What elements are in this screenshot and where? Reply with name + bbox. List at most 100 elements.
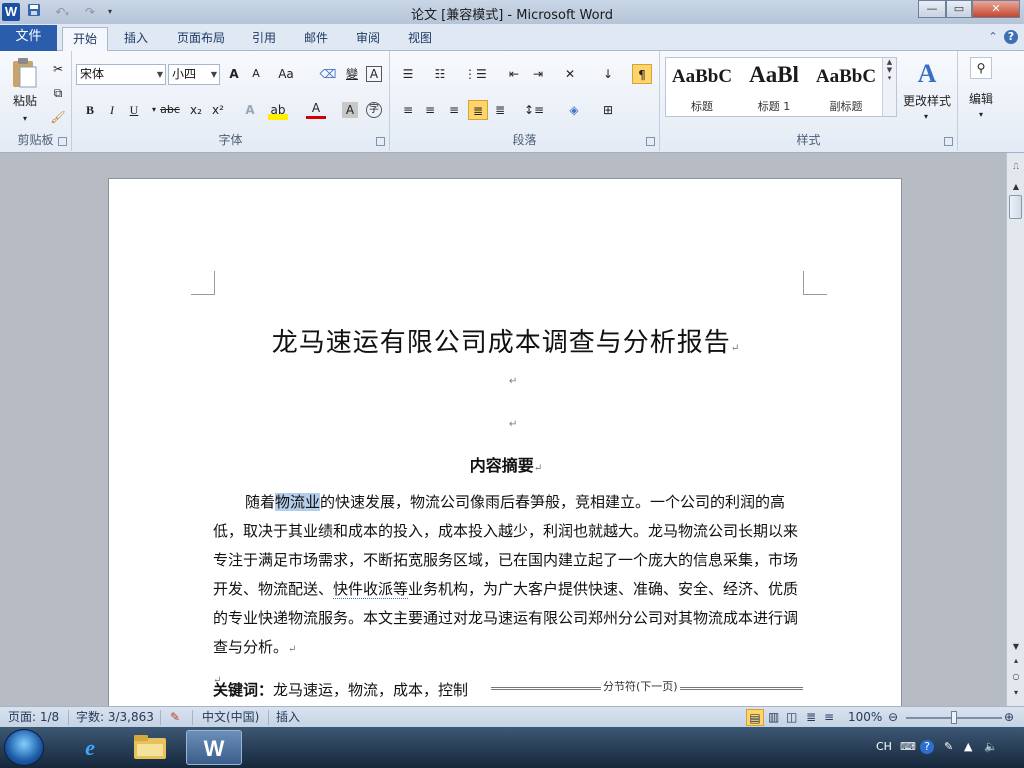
file-explorer-icon[interactable] — [122, 730, 178, 765]
internet-explorer-icon[interactable]: e — [62, 730, 118, 765]
clipboard-launcher-icon[interactable] — [58, 137, 67, 146]
copy-icon[interactable]: ⧉ — [48, 83, 68, 103]
chevron-down-icon[interactable]: ▾ — [970, 105, 992, 125]
pen-icon[interactable]: ✎ — [944, 739, 953, 755]
zoom-slider-thumb[interactable] — [951, 711, 957, 724]
paste-dropdown-icon[interactable]: ▾ — [6, 109, 44, 129]
paste-button[interactable]: 粘贴 — [6, 91, 44, 111]
binoculars-icon[interactable]: ⚲ — [970, 57, 992, 79]
enclose-char-icon[interactable]: 字 — [366, 102, 382, 118]
italic-button[interactable]: I — [102, 100, 122, 120]
tab-mailings[interactable]: 邮件 — [296, 27, 336, 51]
highlight-color-icon[interactable]: ab — [268, 100, 288, 120]
style-heading-1[interactable]: AaBl 标题 1 — [738, 58, 810, 116]
multilevel-list-icon[interactable]: ⋮☰ — [464, 64, 487, 84]
browse-object-icon[interactable]: ○ — [1008, 669, 1024, 685]
volume-icon[interactable]: 🔈 — [984, 739, 998, 755]
word-icon[interactable]: W — [186, 730, 242, 765]
tab-view[interactable]: 视图 — [400, 27, 440, 51]
tab-references[interactable]: 引用 — [244, 27, 284, 51]
align-right-icon[interactable]: ≡ — [444, 100, 464, 120]
scroll-up-icon[interactable]: ▲ — [1008, 179, 1024, 195]
document-page[interactable]: 龙马速运有限公司成本调查与分析报告↵ ↵ ↵ 内容摘要↵ 随着物流业的快速发展，… — [108, 178, 902, 706]
print-layout-view-icon[interactable]: ▤ — [746, 709, 764, 726]
bullets-icon[interactable]: ☰ — [398, 64, 418, 84]
page-count[interactable]: 页面: 1/8 — [8, 709, 59, 726]
keyboard-icon[interactable]: ⌨ — [900, 739, 916, 755]
vertical-scrollbar[interactable]: ⎍ ▲ ▼ ▴ ○ ▾ — [1006, 153, 1024, 706]
tab-review[interactable]: 审阅 — [348, 27, 388, 51]
minimize-button[interactable]: — — [918, 0, 946, 18]
change-styles-icon[interactable]: A — [912, 59, 942, 89]
full-screen-reading-icon[interactable]: ▥ — [768, 709, 779, 726]
language-indicator[interactable]: 中文(中国) — [202, 709, 259, 726]
subscript-button[interactable]: x₂ — [186, 100, 206, 120]
zoom-out-icon[interactable]: ⊖ — [888, 709, 898, 726]
tab-page-layout[interactable]: 页面布局 — [170, 27, 232, 51]
text-effects-icon[interactable]: A — [240, 100, 260, 120]
distribute-icon[interactable]: ≣ — [490, 100, 510, 120]
previous-page-icon[interactable]: ▴ — [1008, 653, 1024, 669]
grow-font-icon[interactable]: A — [224, 64, 244, 84]
shrink-font-icon[interactable]: A — [246, 64, 266, 84]
change-case-icon[interactable]: Aa — [276, 64, 296, 84]
font-name-combo[interactable]: 宋体 ▼ — [76, 64, 166, 85]
paste-icon[interactable] — [10, 57, 40, 91]
ime-indicator[interactable]: CH — [876, 739, 892, 755]
help-tray-icon[interactable]: ? — [920, 740, 934, 754]
tab-home[interactable]: 开始 — [62, 27, 108, 52]
align-center-icon[interactable]: ≡ — [420, 100, 440, 120]
zoom-in-icon[interactable]: ⊕ — [1004, 709, 1014, 726]
chevron-down-icon[interactable]: ▾ — [916, 107, 936, 127]
tab-file[interactable]: 文件 — [0, 25, 57, 51]
format-painter-icon[interactable]: 🖌 — [48, 107, 68, 127]
gallery-scroll[interactable]: ▲ ▼ ▾ — [882, 58, 896, 116]
ruler-toggle-icon[interactable]: ⎍ — [1008, 159, 1024, 175]
show-marks-icon[interactable]: ¶ — [632, 64, 652, 84]
phonetic-guide-icon[interactable]: 變 — [342, 64, 362, 84]
shading-icon[interactable]: ◈ — [564, 100, 584, 120]
tab-insert[interactable]: 插入 — [116, 27, 156, 51]
increase-indent-icon[interactable]: ⇥ — [528, 64, 548, 84]
align-left-icon[interactable]: ≡ — [398, 100, 418, 120]
asian-layout-icon[interactable]: ✕ — [560, 64, 580, 84]
char-border-icon[interactable]: A — [366, 66, 382, 82]
line-spacing-icon[interactable]: ↕≡ — [524, 100, 544, 120]
zoom-level[interactable]: 100% — [848, 709, 882, 726]
draft-view-icon[interactable]: ≡ — [824, 709, 834, 726]
font-launcher-icon[interactable] — [376, 137, 385, 146]
numbering-icon[interactable]: ☷ — [430, 64, 450, 84]
bold-button[interactable]: B — [80, 100, 100, 120]
minimize-ribbon-icon[interactable]: ⌃ — [986, 30, 1000, 44]
strikethrough-button[interactable]: abc — [160, 100, 180, 120]
cut-icon[interactable]: ✂ — [48, 59, 68, 79]
justify-icon[interactable]: ≣ — [468, 100, 488, 120]
web-layout-icon[interactable]: ◫ — [786, 709, 797, 726]
clear-format-icon[interactable]: ⌫ — [318, 64, 338, 84]
font-size-combo[interactable]: 小四 ▼ — [168, 64, 220, 85]
styles-launcher-icon[interactable] — [944, 137, 953, 146]
show-hidden-icons[interactable]: ▲ — [964, 739, 972, 755]
help-icon[interactable]: ? — [1004, 30, 1018, 44]
close-button[interactable]: ✕ — [972, 0, 1020, 18]
scroll-thumb[interactable] — [1009, 195, 1022, 219]
borders-icon[interactable]: ⊞ — [598, 100, 618, 120]
outline-view-icon[interactable]: ≣ — [806, 709, 816, 726]
paragraph-launcher-icon[interactable] — [646, 137, 655, 146]
style-subtitle[interactable]: AaBbC 副标题 — [810, 58, 882, 116]
word-count[interactable]: 字数: 3/3,863 — [76, 709, 154, 726]
next-page-icon[interactable]: ▾ — [1008, 685, 1024, 701]
abstract-body[interactable]: 随着物流业的快速发展，物流公司像雨后春笋般，竞相建立。一个公司的利润的高低，取决… — [213, 488, 805, 695]
decrease-indent-icon[interactable]: ⇤ — [504, 64, 524, 84]
insert-mode-indicator[interactable]: 插入 — [276, 709, 300, 726]
underline-button[interactable]: U — [124, 100, 144, 120]
abstract-heading[interactable]: 内容摘要↵ — [109, 452, 903, 476]
sort-icon[interactable]: ↓ — [598, 64, 618, 84]
superscript-button[interactable]: x² — [208, 100, 228, 120]
proofing-icon[interactable]: ✎ — [170, 709, 180, 726]
font-color-icon[interactable]: A — [306, 100, 326, 119]
maximize-button[interactable]: ▭ — [946, 0, 972, 18]
style-title[interactable]: AaBbC 标题 — [666, 58, 738, 116]
char-shading-icon[interactable]: A — [342, 102, 358, 118]
document-title[interactable]: 龙马速运有限公司成本调查与分析报告↵ — [109, 322, 903, 359]
